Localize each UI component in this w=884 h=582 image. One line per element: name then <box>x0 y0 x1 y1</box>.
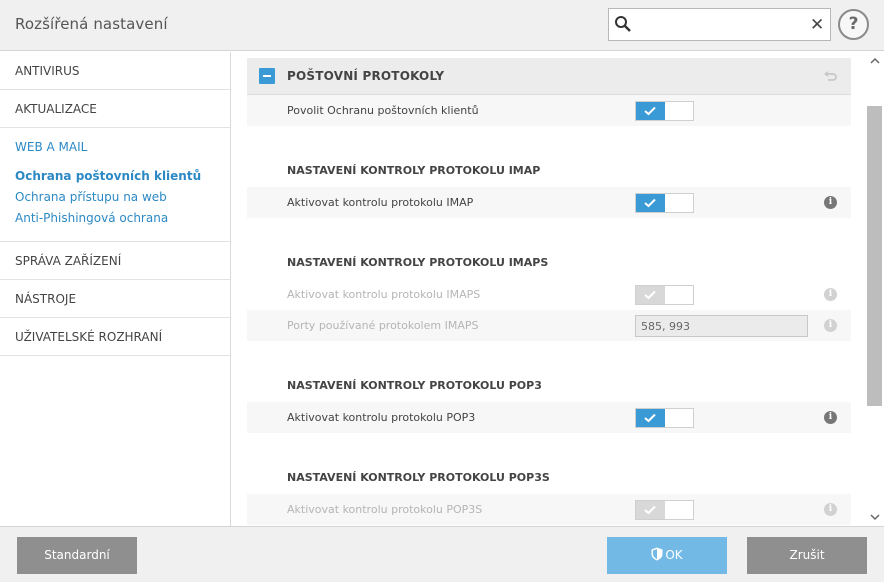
imaps-heading: NASTAVENÍ KONTROLY PROTOKOLU IMAPS <box>287 256 549 269</box>
sidebar-item-aktualizace[interactable]: AKTUALIZACE <box>0 90 230 128</box>
sidebar-subitem-anti-phishing[interactable]: Anti-Phishingová ochrana <box>15 208 230 229</box>
sidebar-group-web-mail: WEB A MAIL Ochrana poštovních klientů Oc… <box>0 128 230 242</box>
sidebar: ANTIVIRUS AKTUALIZACE WEB A MAIL Ochrana… <box>0 52 231 526</box>
search-box[interactable]: ✕ <box>608 8 831 41</box>
setting-label: Porty používané protokolem IMAPS <box>287 319 479 332</box>
imaps-ports-input[interactable]: 585, 993 <box>635 315 808 337</box>
section-header[interactable]: POŠTOVNÍ PROTOKOLY <box>247 58 851 95</box>
setting-label: Aktivovat kontrolu protokolu IMAP <box>287 196 474 209</box>
info-icon[interactable]: i <box>824 503 837 516</box>
pop3s-toggle[interactable] <box>635 500 694 520</box>
setting-label: Povolit Ochranu poštovních klientů <box>287 104 479 117</box>
checkmark-icon <box>644 106 656 116</box>
imaps-toggle[interactable] <box>635 285 694 305</box>
settings-content: POŠTOVNÍ PROTOKOLY Povolit Ochranu pošto… <box>232 52 866 526</box>
ok-button[interactable]: OK <box>607 537 727 574</box>
info-icon[interactable]: i <box>824 196 837 209</box>
info-icon[interactable]: i <box>824 288 837 301</box>
revert-icon[interactable] <box>822 68 838 84</box>
sidebar-item-tools[interactable]: NÁSTROJE <box>0 280 230 318</box>
vertical-scrollbar[interactable] <box>866 52 884 526</box>
checkmark-icon <box>644 290 656 300</box>
shield-icon <box>651 547 663 561</box>
imap-toggle[interactable] <box>635 193 694 213</box>
setting-row-imaps-ports: Porty používané protokolem IMAPS 585, 99… <box>247 310 851 341</box>
toggle-knob <box>636 409 665 427</box>
toggle-knob <box>636 102 665 120</box>
setting-row-enable-protection: Povolit Ochranu poštovních klientů <box>247 95 851 126</box>
window-title: Rozšířená nastavení <box>15 15 168 33</box>
toggle-knob <box>636 194 665 212</box>
footer-bar: Standardní OK Zrušit <box>0 526 884 582</box>
search-icon <box>615 16 631 32</box>
default-button[interactable]: Standardní <box>17 537 137 574</box>
imap-heading: NASTAVENÍ KONTROLY PROTOKOLU IMAP <box>287 164 541 177</box>
setting-row-imap: Aktivovat kontrolu protokolu IMAP i <box>247 187 851 218</box>
sidebar-item-web-a-mail[interactable]: WEB A MAIL <box>15 140 230 154</box>
checkmark-icon <box>644 198 656 208</box>
sidebar-subitem-web-access-protection[interactable]: Ochrana přístupu na web <box>15 187 230 208</box>
setting-label: Aktivovat kontrolu protokolu POP3S <box>287 503 483 516</box>
pop3-heading: NASTAVENÍ KONTROLY PROTOKOLU POP3 <box>287 379 542 392</box>
help-button[interactable]: ? <box>838 9 869 40</box>
setting-label: Aktivovat kontrolu protokolu POP3 <box>287 411 476 424</box>
clear-search-icon[interactable]: ✕ <box>810 15 824 35</box>
header-bar: Rozšířená nastavení ✕ ? <box>0 0 884 51</box>
sidebar-item-user-interface[interactable]: UŽIVATELSKÉ ROZHRANÍ <box>0 318 230 356</box>
sidebar-subitem-email-client-protection[interactable]: Ochrana poštovních klientů <box>15 166 230 187</box>
toggle-knob <box>636 286 665 304</box>
scroll-thumb[interactable] <box>867 106 882 406</box>
checkmark-icon <box>644 413 656 423</box>
enable-protection-toggle[interactable] <box>635 101 694 121</box>
search-input[interactable] <box>637 13 807 36</box>
sidebar-item-device-control[interactable]: SPRÁVA ZAŘÍZENÍ <box>0 242 230 280</box>
setting-label: Aktivovat kontrolu protokolu IMAPS <box>287 288 481 301</box>
chevron-down-icon[interactable] <box>870 512 880 522</box>
setting-row-pop3s: Aktivovat kontrolu protokolu POP3S i <box>247 494 851 525</box>
sidebar-item-antivirus[interactable]: ANTIVIRUS <box>0 52 230 90</box>
ok-button-label: OK <box>665 548 683 562</box>
setting-row-pop3: Aktivovat kontrolu protokolu POP3 i <box>247 402 851 433</box>
toggle-knob <box>636 501 665 519</box>
collapse-icon[interactable] <box>259 68 275 84</box>
pop3s-heading: NASTAVENÍ KONTROLY PROTOKOLU POP3S <box>287 471 550 484</box>
section-title: POŠTOVNÍ PROTOKOLY <box>287 69 445 83</box>
pop3-toggle[interactable] <box>635 408 694 428</box>
info-icon[interactable]: i <box>824 319 837 332</box>
chevron-up-icon[interactable] <box>870 56 880 66</box>
cancel-button[interactable]: Zrušit <box>747 537 867 574</box>
setting-row-imaps: Aktivovat kontrolu protokolu IMAPS i <box>247 279 851 310</box>
checkmark-icon <box>644 505 656 515</box>
info-icon[interactable]: i <box>824 411 837 424</box>
